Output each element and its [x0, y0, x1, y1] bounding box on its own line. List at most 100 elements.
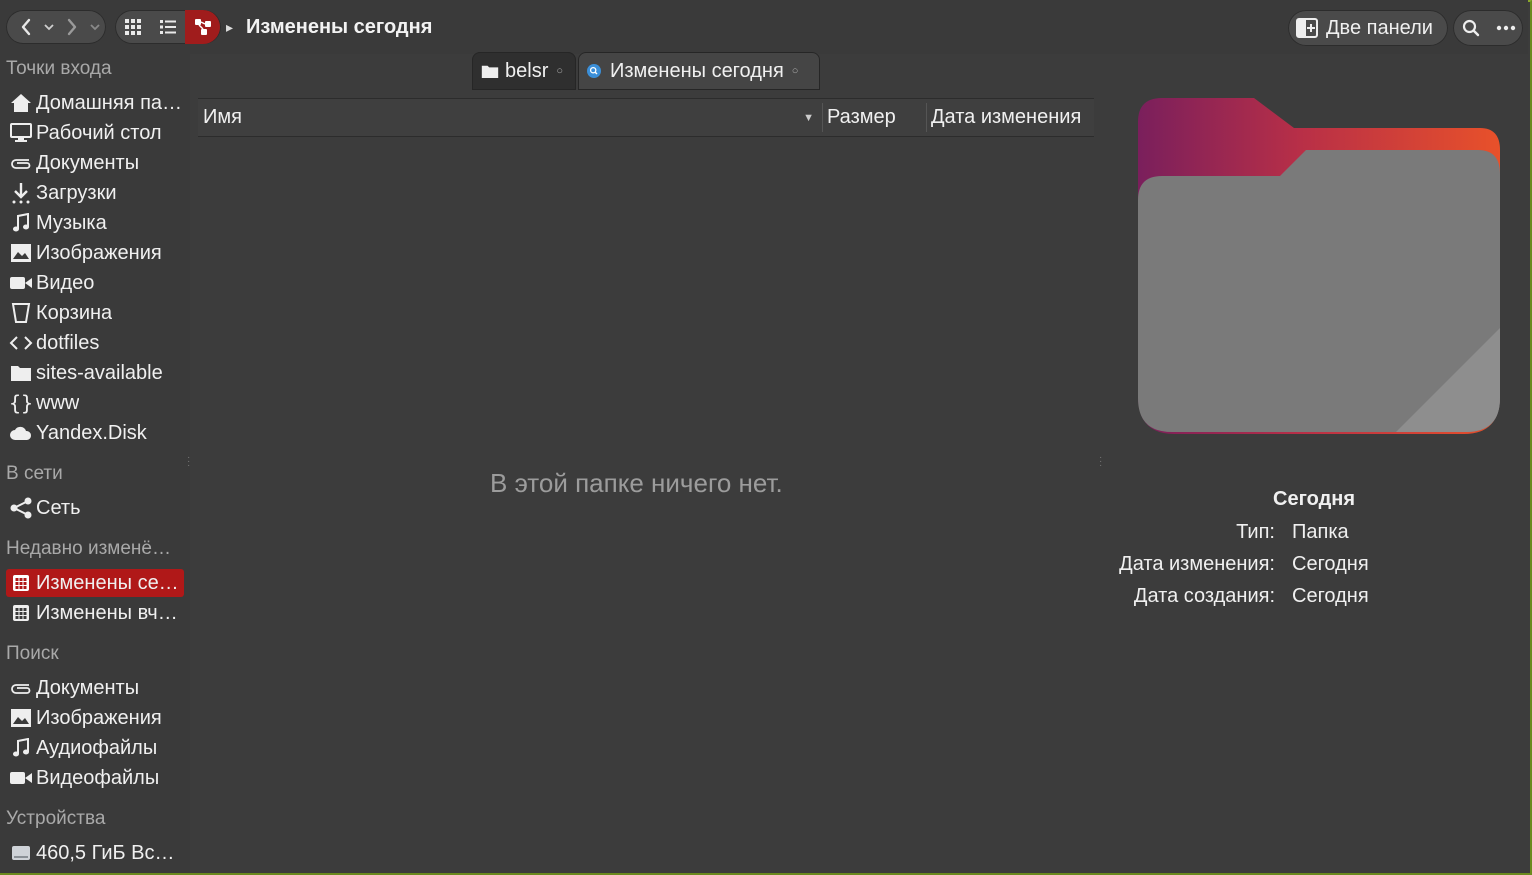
dual-pane-button[interactable]: Две панели [1288, 10, 1448, 46]
tab-belsr[interactable]: belsr ○ [472, 52, 576, 90]
folder-preview-icon [1134, 96, 1502, 438]
sidebar-item-dotfiles[interactable]: dotfiles [6, 329, 186, 357]
tab-close-icon[interactable]: ○ [792, 65, 799, 77]
home-icon [8, 91, 34, 115]
sidebar-item-search-documents[interactable]: Документы [6, 674, 186, 702]
sidebar-item-label: Загрузки [36, 181, 117, 204]
folder-icon [481, 64, 499, 79]
sidebar-section-search: Поиск [6, 643, 59, 664]
music-icon [8, 736, 34, 760]
forward-button[interactable] [58, 10, 86, 44]
sidebar-item-label: Документы [36, 151, 140, 174]
sidebar-item-pictures[interactable]: Изображения [6, 239, 186, 267]
info-type-value: Папка [1292, 521, 1349, 543]
trash-icon [8, 301, 34, 325]
video-icon [8, 766, 34, 790]
location-title[interactable]: Изменены сегодня [246, 16, 432, 39]
sidebar-item-label: Документы [36, 676, 140, 699]
sidebar-item-modified-today[interactable]: Изменены се… [6, 569, 184, 597]
back-button[interactable] [12, 10, 40, 44]
sidebar-item-yandex-disk[interactable]: Yandex.Disk [6, 419, 186, 447]
column-name[interactable]: Имя ▼ [203, 99, 818, 136]
info-folder-name: Сегодня [1273, 488, 1356, 510]
sidebar-item-downloads[interactable]: Загрузки [6, 179, 186, 207]
sidebar-item-home[interactable]: Домашняя па… [6, 89, 186, 117]
sidebar-item-label: Видеофайлы [36, 766, 160, 789]
cloud-icon [8, 421, 34, 445]
tab-modified-today[interactable]: Изменены сегодня ○ [578, 52, 820, 90]
back-history-button[interactable] [40, 10, 58, 44]
tree-view-button[interactable] [185, 10, 220, 44]
column-name-label: Имя [203, 106, 242, 128]
calendar-icon [8, 571, 34, 595]
sidebar-item-documents[interactable]: Документы [6, 149, 186, 177]
tab-close-icon[interactable]: ○ [556, 65, 563, 77]
sidebar-item-label: Изображения [36, 706, 162, 729]
list-icon [159, 20, 176, 34]
search-icon [1462, 19, 1479, 37]
sidebar-item-search-audio[interactable]: Аудиофайлы [6, 734, 186, 762]
split-pane-icon [1296, 18, 1318, 38]
video-icon [8, 271, 34, 295]
info-created-value: Сегодня [1292, 585, 1369, 607]
sidebar-item-search-video[interactable]: Видеофайлы [6, 764, 186, 792]
empty-folder-message: В этой папке ничего нет. [490, 468, 783, 498]
forward-history-button[interactable] [86, 10, 104, 44]
tree-icon [194, 19, 211, 35]
sort-down-icon: ▼ [803, 111, 814, 124]
search-button[interactable] [1453, 11, 1488, 45]
column-size-label: Размер [827, 106, 896, 128]
chevron-down-icon [90, 24, 100, 31]
breadcrumb-arrow-icon: ▸ [226, 19, 234, 35]
sidebar: Точки входа Домашняя па… Рабочий стол До… [0, 54, 190, 873]
sidebar-section-places: Точки входа [6, 58, 112, 79]
menu-button[interactable] [1488, 11, 1523, 45]
column-modified-label: Дата изменения [931, 106, 1082, 128]
sidebar-item-desktop[interactable]: Рабочий стол [6, 119, 186, 147]
sidebar-resize-handle[interactable]: · · · [187, 453, 190, 471]
sidebar-item-network[interactable]: Сеть [6, 494, 186, 522]
column-separator [822, 103, 823, 132]
music-icon [8, 211, 34, 235]
sidebar-item-sites-available[interactable]: sites-available [6, 359, 186, 387]
chevron-down-icon [44, 24, 54, 31]
search-badge-icon [586, 63, 602, 79]
paperclip-icon [8, 151, 34, 175]
sidebar-item-videos[interactable]: Видео [6, 269, 186, 297]
column-size[interactable]: Размер [827, 99, 922, 136]
desktop-icon [8, 121, 34, 145]
sidebar-section-recent: Недавно изменё… [6, 538, 171, 559]
sidebar-item-www[interactable]: {} www [6, 389, 186, 417]
sidebar-item-trash[interactable]: Корзина [6, 299, 186, 327]
sidebar-item-music[interactable]: Музыка [6, 209, 186, 237]
sidebar-item-modified-yesterday[interactable]: Изменены вч… [6, 599, 186, 627]
navigation-buttons [6, 10, 106, 44]
column-modified[interactable]: Дата изменения [931, 99, 1094, 136]
sidebar-section-network: В сети [6, 463, 63, 484]
chevron-right-icon [67, 18, 77, 36]
sidebar-item-label: Yandex.Disk [36, 421, 147, 444]
header-actions [1453, 10, 1523, 46]
drive-icon [8, 841, 34, 865]
list-view-button[interactable] [150, 10, 185, 44]
info-modified-key: Дата изменения: [1119, 553, 1275, 575]
sidebar-section-devices: Устройства [6, 808, 106, 829]
code-icon [8, 331, 34, 355]
image-icon [8, 241, 34, 265]
sidebar-item-label: 460,5 ГиБ Вс… [36, 841, 175, 864]
more-icon [1496, 25, 1515, 31]
dual-pane-label: Две панели [1326, 16, 1433, 39]
info-pane-resize-handle[interactable]: · · · [1099, 453, 1102, 471]
sidebar-item-label: Изображения [36, 241, 162, 264]
download-icon [8, 181, 34, 205]
tab-label: Изменены сегодня [610, 59, 784, 82]
info-modified-value: Сегодня [1292, 553, 1369, 575]
sidebar-item-label: dotfiles [36, 331, 100, 354]
sidebar-item-search-images[interactable]: Изображения [6, 704, 186, 732]
grid-view-button[interactable] [115, 10, 150, 44]
info-type-key: Тип: [1236, 521, 1275, 543]
sidebar-item-drive[interactable]: 460,5 ГиБ Вс… [6, 839, 186, 867]
calendar-icon [8, 601, 34, 625]
sidebar-item-label: Сеть [36, 496, 81, 519]
file-list-header: Имя ▼ Размер Дата изменения [198, 98, 1094, 137]
